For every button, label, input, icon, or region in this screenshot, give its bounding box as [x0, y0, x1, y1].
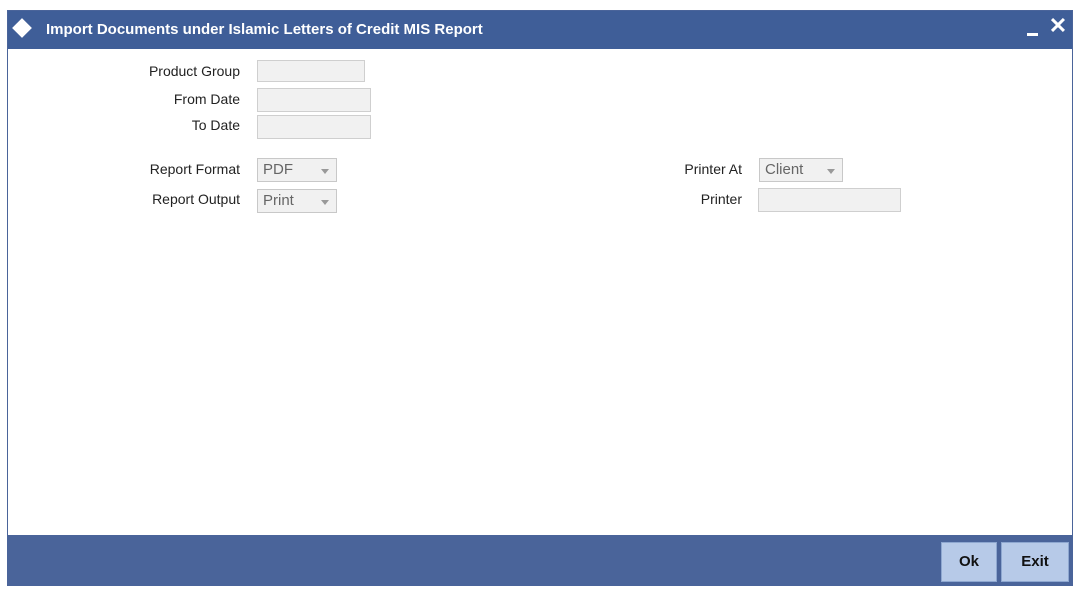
diamond-icon — [12, 18, 32, 38]
minimize-icon[interactable] — [1026, 23, 1040, 37]
printer-label: Printer — [700, 191, 742, 207]
chevron-down-icon — [827, 169, 835, 174]
to-date-field[interactable] — [257, 115, 371, 139]
footer-bar: Ok Exit — [8, 535, 1072, 585]
exit-button[interactable]: Exit — [1001, 542, 1069, 582]
report-output-select[interactable]: Print — [257, 189, 337, 213]
product-group-field[interactable] — [257, 60, 365, 82]
product-group-label: Product Group — [148, 63, 240, 79]
close-icon[interactable]: ✕ — [1047, 13, 1069, 39]
report-window: Import Documents under Islamic Letters o… — [7, 10, 1073, 586]
chevron-down-icon — [321, 200, 329, 205]
title-bar[interactable]: Import Documents under Islamic Letters o… — [8, 11, 1072, 49]
report-output-label: Report Output — [152, 191, 240, 207]
to-date-label: To Date — [191, 117, 240, 133]
report-format-label: Report Format — [149, 161, 240, 177]
window-title: Import Documents under Islamic Letters o… — [46, 21, 483, 38]
printer-at-value: Client — [765, 161, 804, 178]
from-date-label: From Date — [173, 91, 240, 107]
printer-at-select[interactable]: Client — [759, 158, 843, 182]
from-date-field[interactable] — [257, 88, 371, 112]
report-format-select[interactable]: PDF — [257, 158, 337, 182]
ok-button[interactable]: Ok — [941, 542, 997, 582]
printer-at-label: Printer At — [684, 161, 742, 177]
chevron-down-icon — [321, 169, 329, 174]
printer-field[interactable] — [758, 188, 901, 212]
report-output-value: Print — [263, 192, 294, 209]
report-format-value: PDF — [263, 161, 293, 178]
